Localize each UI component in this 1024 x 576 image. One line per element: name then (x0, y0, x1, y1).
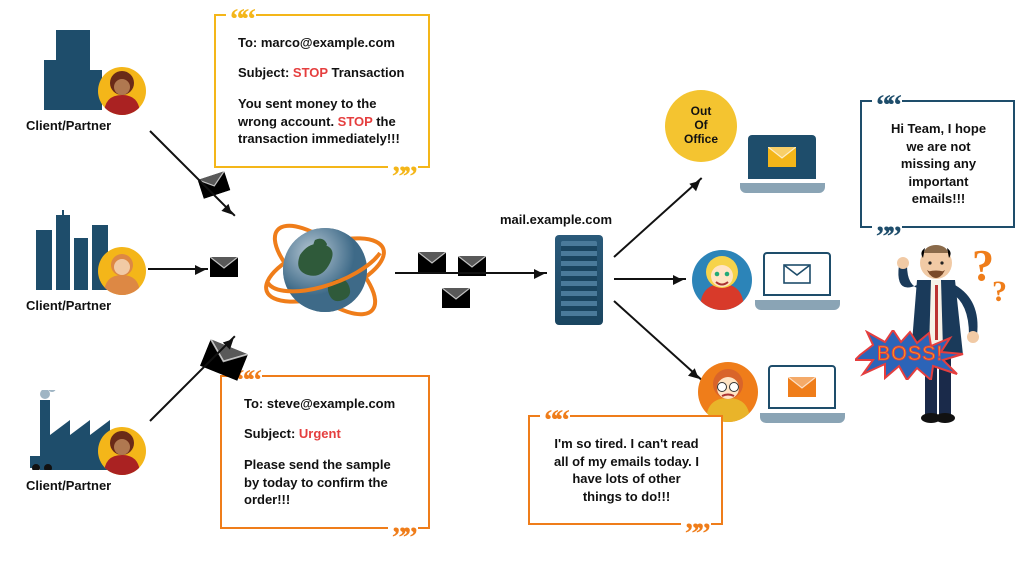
ooo-line3: Office (684, 132, 718, 146)
quote-open-icon: ““ (540, 415, 570, 427)
client-label: Client/Partner (26, 478, 176, 493)
arrow-icon (395, 272, 547, 274)
quote-close-icon: „„ (388, 156, 418, 168)
avatar-icon (98, 247, 146, 295)
email-subject-label: Subject: (238, 65, 289, 80)
factory-icon (26, 390, 126, 470)
quote-open-icon: ““ (872, 100, 902, 112)
speech-tired-text: I'm so tired. I can't read all of my ema… (554, 436, 699, 504)
avatar-icon (98, 67, 146, 115)
quote-open-icon: ““ (226, 14, 256, 26)
laptop-icon (740, 135, 825, 193)
quote-close-icon: „„ (681, 513, 711, 525)
recipient-avatar (692, 250, 752, 310)
building-icon (26, 30, 126, 110)
email-subject-keyword: STOP (293, 65, 328, 80)
email-subject-rest: Transaction (331, 65, 404, 80)
speech-boss-text: Hi Team, I hope we are not missing any i… (891, 121, 986, 206)
server-icon (555, 235, 603, 325)
email-to-label: To: (244, 396, 263, 411)
question-mark-icon: ? (992, 275, 1007, 309)
email-body: Please send the sample by today to confi… (244, 456, 408, 509)
avatar-icon (98, 427, 146, 475)
laptop-icon (760, 365, 845, 423)
arrow-icon (613, 177, 702, 257)
client-partner-2: Client/Partner (26, 210, 176, 313)
globe-icon (260, 205, 390, 335)
laptop-icon (755, 252, 840, 310)
ooo-line1: Out (691, 104, 712, 118)
skyline-icon (26, 210, 126, 290)
recipient-avatar (698, 362, 758, 422)
client-label: Client/Partner (26, 118, 176, 133)
arrow-icon (148, 268, 208, 270)
envelope-icon (210, 257, 238, 277)
email-box-orange: ““ To: steve@example.com Subject: Urgent… (220, 375, 430, 529)
email-subject-label: Subject: (244, 426, 295, 441)
arrow-icon (613, 300, 702, 380)
email-box-yellow: ““ To: marco@example.com Subject: STOP T… (214, 14, 430, 168)
ooo-line2: Of (694, 118, 707, 132)
client-partner-3: Client/Partner (26, 390, 176, 493)
question-mark-icon: ? (972, 240, 994, 291)
quote-close-icon: „„ (388, 517, 418, 529)
client-partner-1: Client/Partner (26, 30, 176, 133)
arrow-icon (614, 278, 686, 280)
server-label: mail.example.com (500, 212, 612, 227)
email-to-value: marco@example.com (261, 35, 395, 50)
speech-tired: ““ I'm so tired. I can't read all of my … (528, 415, 723, 525)
speech-boss: ““ Hi Team, I hope we are not missing an… (860, 100, 1015, 228)
client-label: Client/Partner (26, 298, 176, 313)
email-body-keyword: STOP (338, 114, 373, 129)
email-to-label: To: (238, 35, 257, 50)
envelope-icon (418, 252, 446, 272)
boss-burst-label: BOSS! (855, 343, 965, 366)
boss-figure (885, 225, 985, 425)
envelope-icon (442, 288, 470, 308)
out-of-office-badge: Out Of Office (665, 90, 737, 162)
boss-burst: BOSS! (855, 330, 965, 380)
email-to-value: steve@example.com (267, 396, 395, 411)
email-subject-keyword: Urgent (299, 426, 341, 441)
